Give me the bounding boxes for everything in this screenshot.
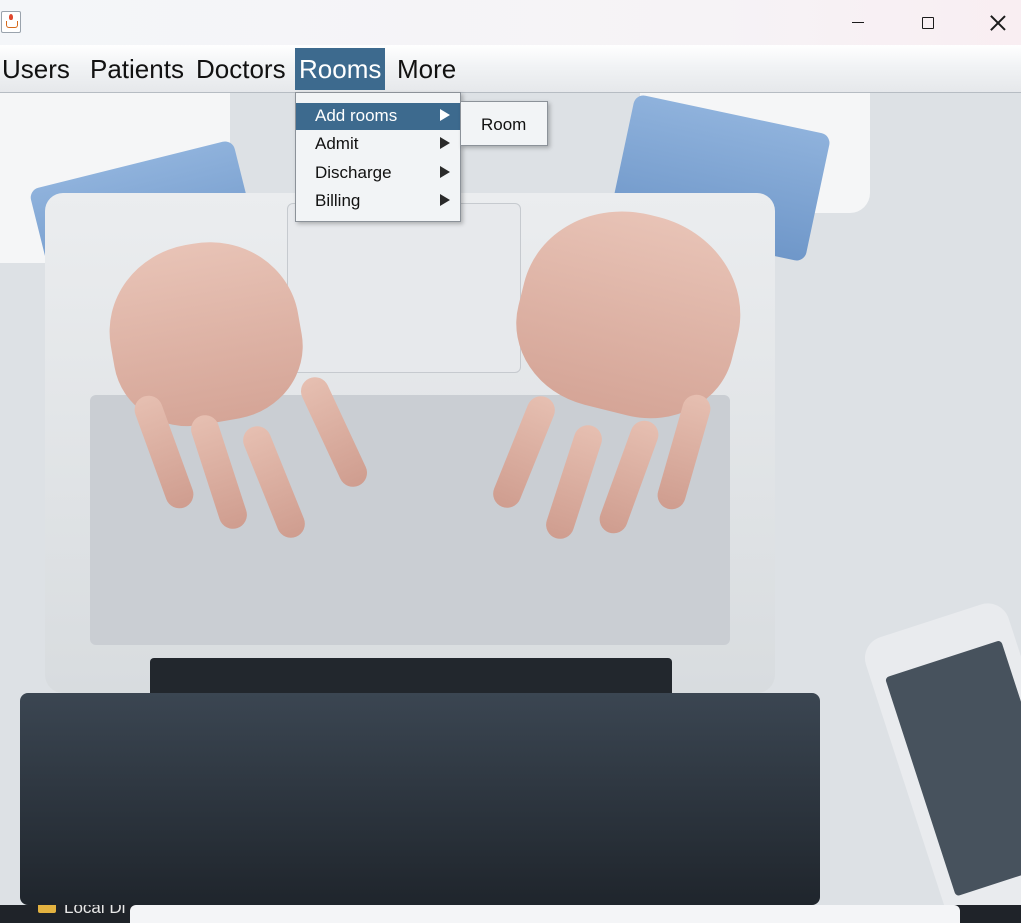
menu-item-billing[interactable]: Billing xyxy=(296,188,460,215)
menu-item-discharge[interactable]: Discharge xyxy=(296,160,460,187)
menu-more[interactable]: More xyxy=(396,48,457,90)
submenu-arrow-icon xyxy=(440,194,450,206)
menu-item-label: Discharge xyxy=(315,163,392,182)
folder-icon xyxy=(38,905,56,913)
close-button[interactable] xyxy=(975,0,1021,45)
minimize-icon xyxy=(852,21,864,24)
app-window: Users Patients Doctors Rooms More Add ro… xyxy=(0,0,1021,905)
menu-item-admit[interactable]: Admit xyxy=(296,131,460,158)
menu-item-room[interactable]: Room xyxy=(481,115,526,135)
menu-item-label: Add rooms xyxy=(315,106,398,125)
submenu-arrow-icon xyxy=(440,109,450,121)
close-icon xyxy=(990,15,1006,31)
submenu-arrow-icon xyxy=(440,137,450,149)
menu-doctors[interactable]: Doctors xyxy=(195,48,287,90)
menu-item-add-rooms[interactable]: Add rooms xyxy=(296,103,460,130)
rooms-dropdown: Add rooms Admit Discharge Billing xyxy=(295,92,461,222)
menu-rooms[interactable]: Rooms xyxy=(295,48,386,90)
smartphone xyxy=(859,597,1021,905)
taskbar-label[interactable]: Local Di xyxy=(64,905,125,918)
menu-bar: Users Patients Doctors Rooms More xyxy=(0,45,1021,93)
background-photo xyxy=(0,93,1021,905)
submenu-arrow-icon xyxy=(440,166,450,178)
menu-item-label: Admit xyxy=(315,134,359,153)
taskbar: Local Di xyxy=(0,905,1021,923)
title-bar[interactable] xyxy=(0,0,1021,45)
taskbar-window-panel xyxy=(130,905,960,923)
maximize-icon xyxy=(922,16,934,29)
menu-patients[interactable]: Patients xyxy=(89,48,185,90)
maximize-button[interactable] xyxy=(905,0,951,45)
touchpad xyxy=(287,203,521,373)
add-rooms-submenu: Room xyxy=(460,101,548,146)
minimize-button[interactable] xyxy=(835,0,881,45)
laptop-screen xyxy=(20,693,820,905)
menu-users[interactable]: Users xyxy=(1,48,71,90)
menu-item-label: Billing xyxy=(315,191,361,210)
phone-screen xyxy=(884,640,1021,897)
java-icon xyxy=(1,11,21,33)
